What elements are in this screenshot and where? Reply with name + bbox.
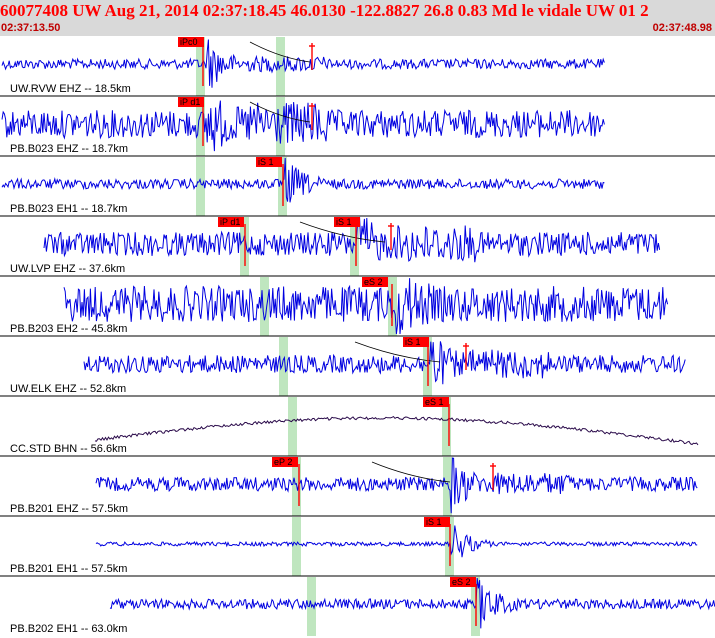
time-end-label: 02:37:48.98 — [652, 22, 712, 34]
waveform — [94, 415, 699, 446]
window-band — [292, 517, 301, 576]
pick-label: iS 1 — [426, 517, 442, 527]
pick-label: eS 1 — [425, 397, 444, 407]
trace-row[interactable]: iS 1 UW.ELK EHZ -- 52.8km — [0, 335, 715, 396]
station-label: PB.B202 EH1 -- 63.0km — [10, 623, 127, 635]
event-title: 60077408 UW Aug 21, 2014 02:37:18.45 46.… — [0, 1, 649, 20]
waveform — [95, 457, 698, 514]
trace-row[interactable]: iS 1 PB.B023 EH1 -- 18.7km — [0, 155, 715, 216]
seismogram-panel[interactable]: iPc0 UW.RVW EHZ -- 18.5km iP d1 PB.B023 EHZ… — [0, 36, 715, 638]
pick-label: eP 2 — [274, 457, 292, 467]
pick-label: iP d1 — [220, 217, 240, 227]
trace-row[interactable]: eS 2 PB.B203 EH2 -- 45.8km — [0, 275, 715, 336]
trace-row[interactable]: eS 2 PB.B202 EH1 -- 63.0km — [0, 575, 715, 636]
waveform — [109, 577, 715, 629]
station-label: CC.STD BHN -- 56.6km — [10, 443, 127, 455]
waveform — [83, 341, 686, 385]
window-band — [196, 157, 205, 216]
pick-label: iP d1 — [180, 97, 200, 107]
station-label: PB.B023 EH1 -- 18.7km — [10, 203, 127, 215]
pick-label: eS 2 — [364, 277, 383, 287]
waveform — [1, 39, 605, 88]
trace-row[interactable]: iP d1 iS 1 UW.LVP EHZ -- 37.6km — [0, 215, 715, 276]
trace-row[interactable]: eS 1 CC.STD BHN -- 56.6km — [0, 395, 715, 456]
seismogram-canvas[interactable]: iPc0 UW.RVW EHZ -- 18.5km iP d1 PB.B023 EHZ… — [0, 36, 715, 638]
station-label: PB.B201 EH1 -- 57.5km — [10, 563, 127, 575]
trace-row[interactable]: eP 2 PB.B201 EHZ -- 57.5km — [0, 455, 715, 516]
event-header: 60077408 UW Aug 21, 2014 02:37:18.45 46.… — [0, 0, 715, 36]
waveform — [95, 525, 698, 558]
pick-label: iS 1 — [336, 217, 352, 227]
time-start-label: 02:37:13.50 — [1, 22, 61, 34]
trace-row[interactable]: iPc0 UW.RVW EHZ -- 18.5km — [1, 37, 605, 96]
station-label: UW.LVP EHZ -- 37.6km — [10, 263, 125, 275]
pick-label: iS 1 — [405, 337, 421, 347]
pick-label: iS 1 — [258, 157, 274, 167]
trace-row[interactable]: iS 1 PB.B201 EH1 -- 57.5km — [0, 515, 715, 576]
station-label: PB.B023 EHZ -- 18.7km — [10, 143, 128, 155]
station-label: UW.RVW EHZ -- 18.5km — [10, 83, 131, 95]
waveform — [1, 157, 605, 203]
station-label: PB.B203 EH2 -- 45.8km — [10, 323, 127, 335]
station-label: UW.ELK EHZ -- 52.8km — [10, 383, 126, 395]
station-label: PB.B201 EHZ -- 57.5km — [10, 503, 128, 515]
window-band — [288, 397, 297, 456]
pick-label: eS 2 — [452, 577, 471, 587]
trace-row[interactable]: iP d1 PB.B023 EHZ -- 18.7km — [0, 95, 715, 156]
pick-label: iPc0 — [180, 37, 198, 47]
